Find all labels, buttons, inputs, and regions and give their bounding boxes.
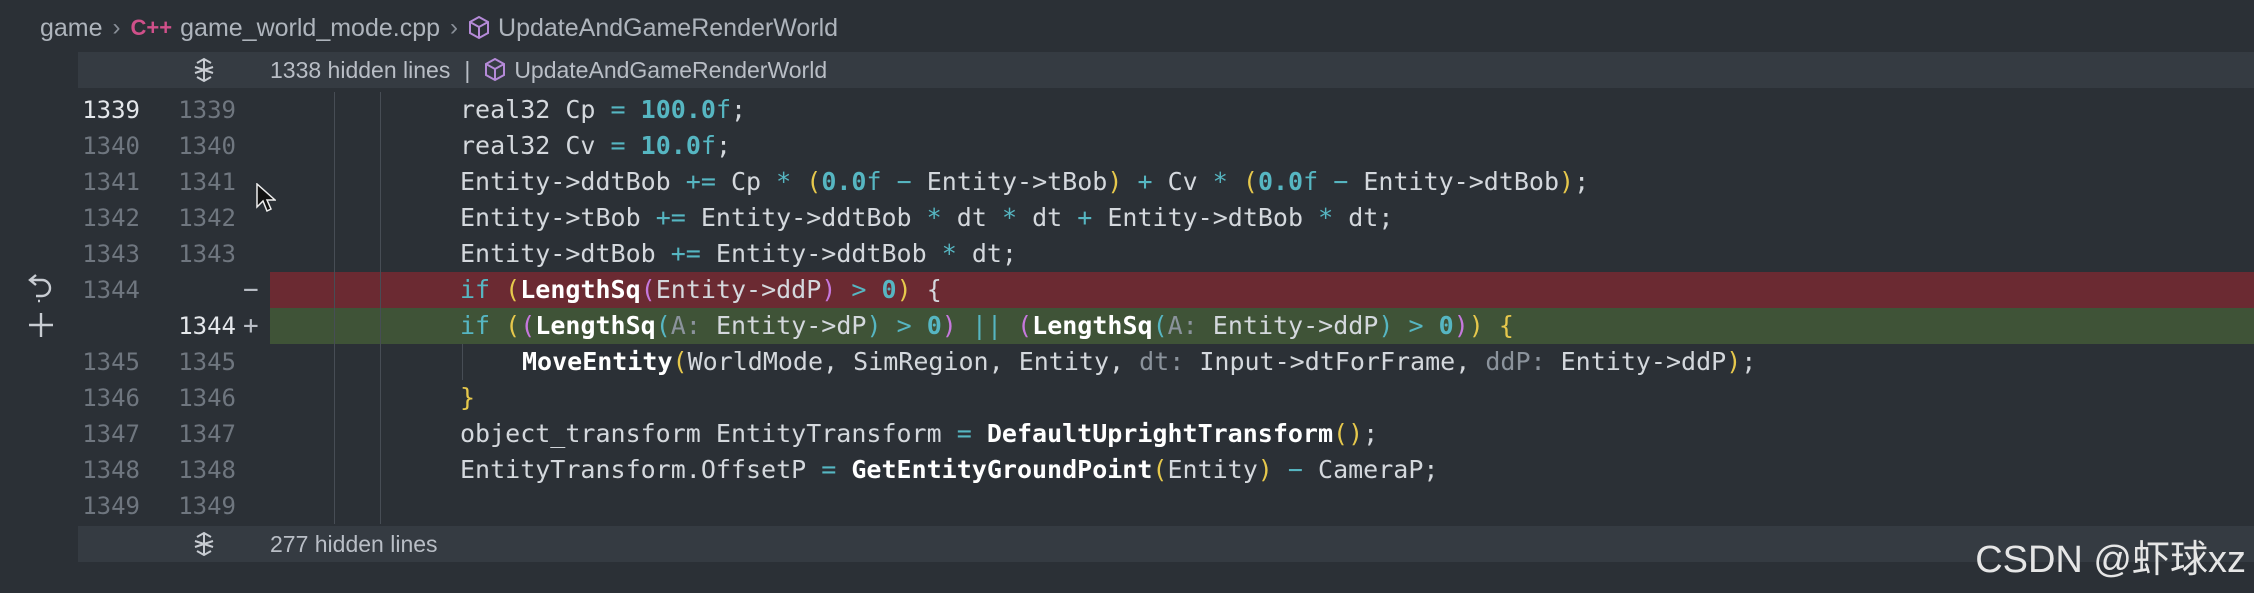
line-number-original: 1341 bbox=[82, 168, 140, 196]
code-line[interactable]: 1342 1342 Entity->tBob += Entity->ddtBob… bbox=[78, 200, 2254, 236]
breadcrumb-symbol[interactable]: UpdateAndGameRenderWorld bbox=[468, 14, 838, 43]
indent-guide bbox=[380, 92, 381, 128]
unfold-icon[interactable] bbox=[190, 56, 218, 84]
indent-guide bbox=[334, 200, 335, 236]
chevron-right-icon: › bbox=[450, 14, 459, 41]
code-line[interactable]: 1347 1347 object_transform EntityTransfo… bbox=[78, 416, 2254, 452]
code-text: MoveEntity(WorldMode, SimRegion, Entity,… bbox=[522, 347, 1757, 376]
line-number-original: 1349 bbox=[82, 492, 140, 520]
line-number-original: 1346 bbox=[82, 384, 140, 412]
indent-guide bbox=[380, 416, 381, 452]
indent-guide bbox=[380, 308, 381, 344]
code-text: } bbox=[460, 383, 476, 412]
method-cube-icon bbox=[468, 16, 490, 40]
line-number-modified: 1348 bbox=[178, 456, 236, 484]
code-text: Entity->tBob += Entity->ddtBob * dt * dt… bbox=[460, 203, 1394, 232]
plus-icon[interactable] bbox=[26, 310, 56, 340]
code-text: Entity->dtBob += Entity->ddtBob * dt; bbox=[460, 239, 1017, 268]
indent-guide bbox=[334, 452, 335, 488]
line-number-modified: 1339 bbox=[178, 96, 236, 124]
indent-guide bbox=[380, 128, 381, 164]
code-line[interactable]: 1348 1348 EntityTransform.OffsetP = GetE… bbox=[78, 452, 2254, 488]
hidden-lines-count: 277 hidden lines bbox=[270, 530, 438, 557]
mouse-cursor-icon bbox=[256, 182, 277, 217]
separator: | bbox=[464, 56, 471, 83]
code-text: if ((LengthSq(A: Entity->dP) > 0) || (Le… bbox=[460, 311, 1514, 340]
breadcrumb-folder[interactable]: game bbox=[40, 14, 103, 43]
line-number-modified: 1344 bbox=[178, 312, 236, 340]
hidden-lines-symbol: UpdateAndGameRenderWorld bbox=[514, 56, 828, 83]
code-text: EntityTransform.OffsetP = GetEntityGroun… bbox=[460, 455, 1439, 484]
line-number-modified: 1340 bbox=[178, 132, 236, 160]
line-number-original: 1348 bbox=[82, 456, 140, 484]
line-number-original: 1339 bbox=[82, 96, 140, 124]
line-number-modified: 1341 bbox=[178, 168, 236, 196]
code-text: if (LengthSq(Entity->ddP) > 0) { bbox=[460, 275, 942, 304]
code-text: object_transform EntityTransform = Defau… bbox=[460, 419, 1379, 448]
indent-guide bbox=[380, 452, 381, 488]
code-line[interactable]: 1341 1341 Entity->ddtBob += Cp * (0.0f −… bbox=[78, 164, 2254, 200]
indent-guide bbox=[334, 308, 335, 344]
indent-guide bbox=[380, 344, 381, 380]
code-line[interactable]: 1340 1340 real32 Cv = 10.0f; bbox=[78, 128, 2254, 164]
code-line[interactable]: 1343 1343 Entity->dtBob += Entity->ddtBo… bbox=[78, 236, 2254, 272]
watermark: CSDN @虾球xz bbox=[1975, 539, 2246, 581]
breadcrumb-symbol-label: UpdateAndGameRenderWorld bbox=[498, 13, 839, 42]
indent-guide bbox=[380, 272, 381, 308]
code-line[interactable]: 1339 1339 real32 Cp = 100.0f; bbox=[78, 92, 2254, 128]
line-number-original: 1347 bbox=[82, 420, 140, 448]
code-text: real32 Cv = 10.0f; bbox=[460, 131, 732, 160]
indent-guide bbox=[380, 380, 381, 416]
line-number-modified: 1345 bbox=[178, 348, 236, 376]
removed-marker: − bbox=[243, 275, 259, 305]
breadcrumb-file-label: game_world_mode.cpp bbox=[180, 13, 441, 42]
line-number-original: 1343 bbox=[82, 240, 140, 268]
line-number-original: 1344 bbox=[82, 276, 140, 304]
line-number-modified: 1343 bbox=[178, 240, 236, 268]
line-number-modified: 1349 bbox=[178, 492, 236, 520]
code-line[interactable]: 1346 1346 } bbox=[78, 380, 2254, 416]
indent-guide bbox=[380, 488, 381, 524]
code-line[interactable]: 1345 1345 MoveEntity(WorldMode, SimRegio… bbox=[78, 344, 2254, 380]
breadcrumb-file[interactable]: C++ game_world_mode.cpp bbox=[131, 14, 440, 43]
indent-guide bbox=[334, 380, 335, 416]
code-text: Entity->ddtBob += Cp * (0.0f − Entity->t… bbox=[460, 167, 1590, 196]
indent-guide bbox=[334, 272, 335, 308]
cpp-file-icon: C++ bbox=[130, 15, 173, 40]
line-number-modified: 1346 bbox=[178, 384, 236, 412]
indent-guide bbox=[334, 128, 335, 164]
indent-guide bbox=[334, 92, 335, 128]
indent-guide bbox=[334, 344, 335, 380]
indent-guide bbox=[334, 416, 335, 452]
line-number-modified: 1347 bbox=[178, 420, 236, 448]
indent-guide bbox=[334, 164, 335, 200]
line-number-original: 1340 bbox=[82, 132, 140, 160]
unfold-icon[interactable] bbox=[190, 530, 218, 558]
indent-guide bbox=[334, 236, 335, 272]
line-number-original: 1342 bbox=[82, 204, 140, 232]
method-cube-icon bbox=[484, 58, 506, 82]
hidden-lines-top[interactable]: 1338 hidden lines | UpdateAndGameRenderW… bbox=[78, 52, 2254, 88]
chevron-right-icon: › bbox=[112, 14, 121, 41]
breadcrumb: game › C++ game_world_mode.cpp › UpdateA… bbox=[0, 0, 2254, 56]
hidden-lines-count: 1338 hidden lines bbox=[270, 56, 451, 83]
indent-guide bbox=[462, 344, 463, 380]
code-line-added[interactable]: 1344 + if ((LengthSq(A: Entity->dP) > 0)… bbox=[78, 308, 2254, 344]
added-marker: + bbox=[243, 311, 259, 341]
indent-guide bbox=[380, 236, 381, 272]
code-line-removed[interactable]: 1344 − if (LengthSq(Entity->ddP) > 0) { bbox=[78, 272, 2254, 308]
hidden-lines-bottom[interactable]: 277 hidden lines bbox=[78, 526, 2254, 562]
code-line[interactable]: 1349 1349 bbox=[78, 488, 2254, 524]
code-text: real32 Cp = 100.0f; bbox=[460, 95, 747, 124]
indent-guide bbox=[380, 200, 381, 236]
line-number-original: 1345 bbox=[82, 348, 140, 376]
line-number-modified: 1342 bbox=[178, 204, 236, 232]
indent-guide bbox=[334, 488, 335, 524]
revert-change-icon[interactable] bbox=[26, 272, 54, 304]
hidden-lines-label: 277 hidden lines bbox=[270, 531, 438, 558]
hidden-lines-label: 1338 hidden lines | UpdateAndGameRenderW… bbox=[270, 57, 827, 84]
indent-guide bbox=[380, 164, 381, 200]
